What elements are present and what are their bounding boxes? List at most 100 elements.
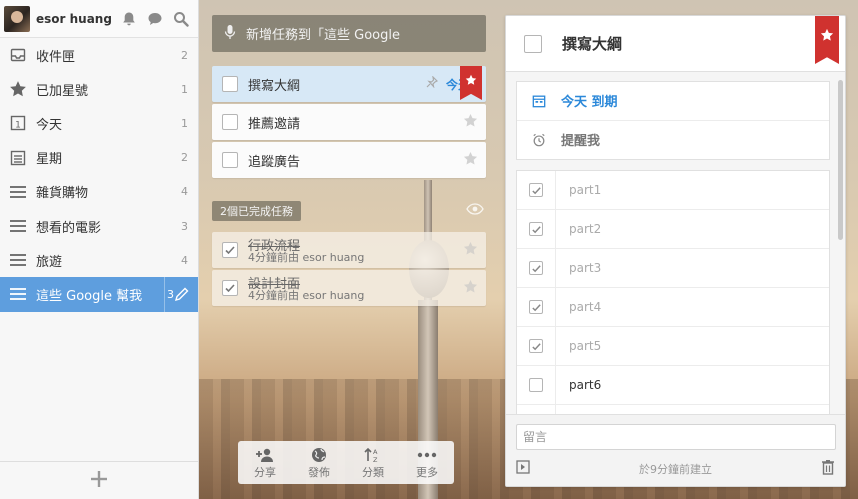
sidebar-item-google-helps[interactable]: 這些 Google 幫我 3 — [0, 277, 198, 312]
calendar-icon — [531, 94, 547, 108]
subtask-checkbox-checked[interactable] — [529, 222, 543, 236]
star-icon[interactable] — [463, 113, 478, 132]
sidebar-item-groceries[interactable]: 雜貨購物 4 — [0, 175, 198, 209]
chat-icon[interactable] — [144, 8, 166, 30]
due-reminder-box: 今天 到期 提醒我 — [516, 81, 830, 160]
star-flag-icon[interactable] — [460, 66, 482, 100]
trash-icon[interactable] — [821, 459, 835, 479]
subtask-title: part1 — [569, 183, 602, 197]
bell-icon[interactable] — [118, 8, 140, 30]
subtask-item[interactable]: part1 — [517, 171, 829, 210]
sort-button[interactable]: AZ 分類 — [346, 441, 400, 484]
task-checkbox-checked[interactable] — [222, 280, 238, 296]
sidebar-item-count: 1 — [181, 82, 188, 96]
sidebar-item-week[interactable]: 星期 2 — [0, 141, 198, 175]
star-flag-icon[interactable] — [815, 16, 839, 64]
share-button[interactable]: 分享 — [238, 441, 292, 484]
sidebar-item-label: 雜貨購物 — [36, 186, 89, 202]
add-task-input[interactable]: 新增任務到「這些 Google — [212, 15, 486, 52]
list-icon — [8, 250, 28, 270]
subtask-item[interactable]: part5 — [517, 327, 829, 366]
sidebar-header: esor huang — [0, 0, 198, 38]
add-list-button[interactable] — [0, 461, 198, 499]
task-item[interactable]: 追蹤廣告 — [212, 142, 486, 178]
subtask-title: part5 — [569, 339, 602, 353]
subtask-item[interactable]: part2 — [517, 210, 829, 249]
sidebar-item-count: 3 — [181, 219, 188, 233]
task-title: 撰寫大綱 — [248, 78, 301, 94]
pencil-icon[interactable] — [164, 277, 198, 312]
list-icon — [8, 216, 28, 236]
star-icon[interactable] — [463, 279, 478, 298]
task-item[interactable]: 撰寫大綱 今天 — [212, 66, 486, 102]
microphone-icon[interactable] — [224, 24, 236, 44]
list-navigation: 收件匣 2 已加星號 1 1 今天 1 星期 2 雜貨購物 4 想看的電影 3 … — [0, 38, 198, 312]
detail-scrollbar[interactable] — [838, 80, 843, 240]
reminder-label: 提醒我 — [561, 134, 601, 150]
subtask-checkbox-checked[interactable] — [529, 339, 543, 353]
detail-header: 撰寫大綱 — [506, 16, 845, 72]
sidebar-item-label: 想看的電影 — [36, 220, 102, 236]
subtask-title: part2 — [569, 222, 602, 236]
task-completed-meta: 4分鐘前由 esor huang — [248, 289, 365, 302]
user-name[interactable]: esor huang — [36, 12, 114, 26]
completed-task-item[interactable]: 行政流程 4分鐘前由 esor huang — [212, 232, 486, 268]
eye-icon[interactable] — [466, 202, 484, 220]
more-label: 更多 — [416, 465, 438, 479]
completed-task-item[interactable]: 設計封面 4分鐘前由 esor huang — [212, 270, 486, 306]
subtask-checkbox-checked[interactable] — [529, 183, 543, 197]
svg-text:Z: Z — [373, 456, 378, 463]
sidebar-item-label: 收件匣 — [36, 49, 76, 65]
task-checkbox[interactable] — [222, 76, 238, 92]
subtask-list: part1 part2 part3 part4 part5 part6 — [516, 170, 830, 416]
star-icon[interactable] — [463, 241, 478, 260]
detail-task-title[interactable]: 撰寫大綱 — [562, 33, 622, 54]
task-checkbox-checked[interactable] — [222, 242, 238, 258]
subtask-item[interactable]: part6 — [517, 366, 829, 405]
due-date-row[interactable]: 今天 到期 — [517, 82, 829, 121]
detail-footer-row: 於9分鐘前建立 — [506, 458, 845, 480]
add-task-placeholder: 新增任務到「這些 Google — [246, 28, 400, 43]
sidebar-item-label: 今天 — [36, 117, 63, 133]
subtask-checkbox-checked[interactable] — [529, 300, 543, 314]
task-detail-panel: 撰寫大綱 今天 到期 提醒我 part1 part2 part3 part4 p… — [505, 15, 846, 487]
star-icon — [8, 79, 28, 99]
search-icon[interactable] — [170, 8, 192, 30]
created-timestamp: 於9分鐘前建立 — [639, 463, 712, 476]
more-dots-icon — [417, 446, 437, 464]
sidebar-item-label: 已加星號 — [36, 83, 89, 99]
sidebar-item-label: 旅遊 — [36, 254, 63, 270]
publish-button[interactable]: 發佈 — [292, 441, 346, 484]
avatar[interactable] — [4, 5, 30, 32]
comment-input[interactable] — [516, 424, 836, 450]
sidebar-item-travel[interactable]: 旅遊 4 — [0, 243, 198, 277]
task-item[interactable]: 推薦邀請 — [212, 104, 486, 140]
list-toolbar: 分享 發佈 AZ 分類 更多 — [238, 441, 454, 484]
sidebar-item-count: 2 — [181, 151, 188, 165]
sidebar-item-today[interactable]: 1 今天 1 — [0, 106, 198, 140]
sidebar-item-starred[interactable]: 已加星號 1 — [0, 72, 198, 106]
sidebar-item-count: 1 — [181, 116, 188, 130]
alarm-clock-icon — [531, 133, 547, 147]
inbox-icon — [8, 45, 28, 65]
task-checkbox[interactable] — [222, 114, 238, 130]
sidebar-item-movies[interactable]: 想看的電影 3 — [0, 209, 198, 243]
subtask-item[interactable]: part3 — [517, 249, 829, 288]
sidebar: esor huang 收件匣 2 已加星號 1 1 今天 1 星期 2 雜貨購物… — [0, 0, 199, 499]
globe-icon — [311, 446, 327, 464]
detail-footer: 於9分鐘前建立 — [506, 414, 845, 486]
sidebar-item-inbox[interactable]: 收件匣 2 — [0, 38, 198, 72]
sort-az-icon: AZ — [364, 446, 382, 464]
reminder-row[interactable]: 提醒我 — [517, 121, 829, 160]
subtask-item[interactable]: part4 — [517, 288, 829, 327]
detail-task-checkbox[interactable] — [524, 34, 542, 53]
task-checkbox[interactable] — [222, 152, 238, 168]
publish-label: 發佈 — [308, 465, 330, 479]
more-button[interactable]: 更多 — [400, 441, 454, 484]
subtask-title: part3 — [569, 261, 602, 275]
subtask-checkbox[interactable] — [529, 378, 543, 392]
subtask-checkbox-checked[interactable] — [529, 261, 543, 275]
completed-tasks-toggle[interactable]: 2個已完成任務 — [212, 201, 301, 221]
star-icon[interactable] — [463, 151, 478, 170]
collapse-panel-icon[interactable] — [516, 460, 530, 478]
